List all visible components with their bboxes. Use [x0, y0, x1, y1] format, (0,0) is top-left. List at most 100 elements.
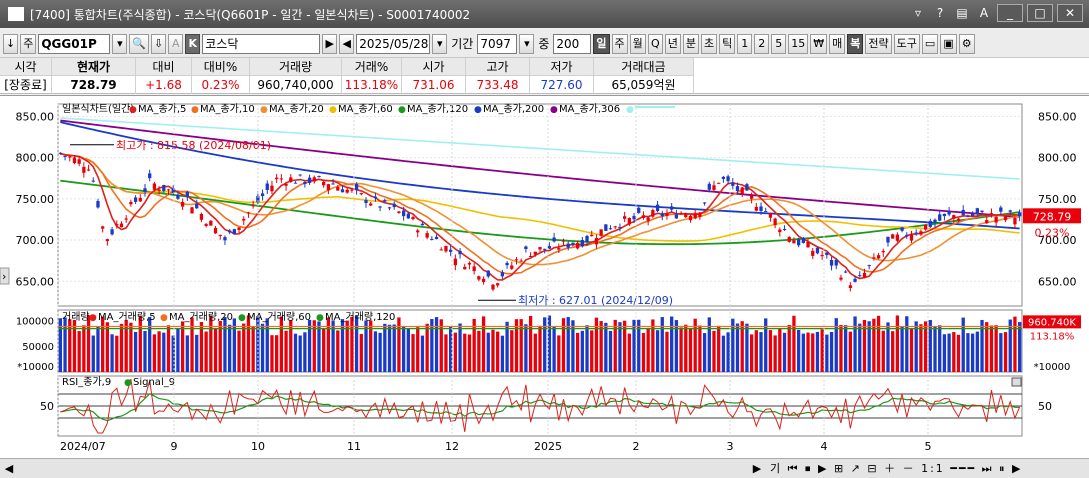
tools-button[interactable]: 도구 [893, 33, 920, 54]
candle-body [496, 283, 500, 286]
interval-minute[interactable]: 분 [682, 33, 700, 54]
maximize-button[interactable]: □ [1027, 4, 1053, 22]
interval-month[interactable]: 월 [629, 33, 646, 54]
minimize-button[interactable]: _ [997, 4, 1023, 22]
legend-volume-item: MA_거래량,60 [247, 311, 311, 323]
volume-bar [204, 331, 208, 372]
volume-bar [481, 316, 486, 372]
app-icon [8, 7, 24, 21]
volume-bar [735, 323, 740, 372]
candle-body [801, 237, 805, 243]
help-icon[interactable]: ? [931, 4, 949, 22]
interval-week[interactable]: 주 [611, 33, 628, 54]
candle-body [575, 243, 580, 249]
price-tick-left: 750.00 [16, 193, 55, 206]
candle-body [148, 173, 152, 179]
candle-body [213, 227, 218, 234]
candle-body [91, 180, 95, 182]
date-dropdown-icon[interactable]: ▾ [432, 33, 448, 54]
bottom-scrollbar[interactable]: ◀ ▶ 기 ⏮ ⏹ ▶ ⊞ ↗ ⊟ ＋ － 1:1 ━━━ ⏭ ⏸ ▶ [0, 458, 1089, 478]
prev-icon[interactable]: ◀ [339, 33, 355, 54]
interval-day[interactable]: 일 [593, 33, 610, 54]
code-dropdown-icon[interactable]: ▾ [112, 33, 128, 54]
volume-bar [477, 330, 481, 372]
candle-body [162, 184, 166, 191]
chart-svg[interactable]: › 850.00 850.00 800.00 800.00 750.00 750.00 700… [0, 96, 1089, 459]
candle-body [942, 213, 947, 217]
candle-body [373, 196, 378, 199]
interval-5[interactable]: 5 [771, 33, 787, 54]
quote-high: 733.48 [466, 76, 530, 94]
volume-bar [688, 328, 693, 372]
arrow-button[interactable]: ↓ [3, 33, 19, 54]
candle-body [844, 271, 848, 273]
interval-year[interactable]: 년 [664, 33, 681, 54]
interval-quarter[interactable]: Q [647, 33, 663, 54]
candle-body [585, 235, 589, 242]
play-icon[interactable]: ▶ [322, 33, 338, 54]
settings-icon[interactable]: ⚙ [958, 33, 975, 54]
volume-bar [919, 324, 923, 372]
a-button[interactable]: A [168, 33, 184, 54]
restore-button[interactable]: 복 [847, 33, 864, 54]
interval-2[interactable]: 2 [754, 33, 770, 54]
close-button[interactable]: ✕ [1057, 4, 1083, 22]
candle-body [928, 220, 932, 227]
font-icon[interactable]: A [975, 4, 993, 22]
candle-body [557, 248, 561, 250]
chart-area[interactable]: › 850.00 850.00 800.00 800.00 750.00 750.00 700… [0, 95, 1089, 458]
volume-bar [876, 315, 881, 372]
candle-body [86, 169, 91, 171]
scroll-left-icon[interactable]: ◀ [2, 460, 16, 477]
market-type-button[interactable]: 주 [20, 33, 37, 54]
legend-volume-item: MA_거래량,120 [325, 311, 395, 323]
pin-icon[interactable]: ▿ [909, 4, 927, 22]
volume-bar [627, 333, 631, 372]
candle-body [279, 178, 284, 180]
volume-bar [665, 331, 669, 372]
volume-bar [350, 316, 354, 372]
candle-body [759, 206, 763, 211]
candle-body [519, 260, 523, 262]
strategy-button[interactable]: 전략 [865, 33, 892, 54]
date-input[interactable]: 2025/05/28 [356, 33, 431, 54]
chart-nav-icons[interactable]: 기 ⏮ ⏹ ▶ ⊞ ↗ ⊟ ＋ － 1:1 ━━━ ⏭ ⏸ ▶ [770, 460, 1070, 477]
interval-tick[interactable]: 틱 [719, 33, 736, 54]
count-input[interactable]: 200 [553, 33, 592, 54]
volume-bar [749, 334, 754, 372]
currency-button[interactable]: ₩ [810, 33, 828, 54]
candle-body [684, 213, 688, 218]
k-button[interactable]: K [185, 33, 201, 54]
volume-bar [420, 335, 425, 372]
scroll-right-icon[interactable]: ▶ [750, 460, 764, 477]
code-input[interactable]: QGG01P [38, 33, 111, 54]
legend-volume-item: MA_거래량,20 [169, 311, 233, 323]
candle-body [472, 266, 476, 272]
interval-second[interactable]: 초 [701, 33, 718, 54]
volume-bar [242, 323, 246, 372]
legend-dot: ● [316, 313, 324, 323]
volume-bar [702, 333, 707, 372]
layout-icon[interactable]: ▤ [953, 4, 971, 22]
candle-body [312, 177, 316, 182]
quote-header-open: 시가 [402, 58, 466, 76]
volume-bar [401, 326, 406, 372]
search-icon[interactable]: 🔍 [129, 33, 150, 54]
trade-button[interactable]: 매 [829, 33, 846, 54]
name-field[interactable]: 코스닥 [202, 33, 321, 54]
candle-body [909, 234, 914, 241]
period-input[interactable]: 7097 [477, 33, 518, 54]
volume-bar [717, 325, 721, 372]
candle-body [749, 195, 754, 199]
rsi-collapse-icon [1011, 377, 1022, 387]
interval-1[interactable]: 1 [737, 33, 753, 54]
volume-bar [133, 331, 138, 372]
folder-icon[interactable]: ▭ [921, 33, 939, 54]
period-dropdown-icon[interactable]: ▾ [519, 33, 535, 54]
volume-bar [952, 332, 956, 372]
save-icon[interactable]: ▣ [940, 33, 957, 54]
interval-15[interactable]: 15 [788, 33, 809, 54]
list-icon[interactable]: ⇩ [151, 33, 167, 54]
volume-bar [524, 324, 528, 372]
volume-bar [543, 317, 547, 372]
